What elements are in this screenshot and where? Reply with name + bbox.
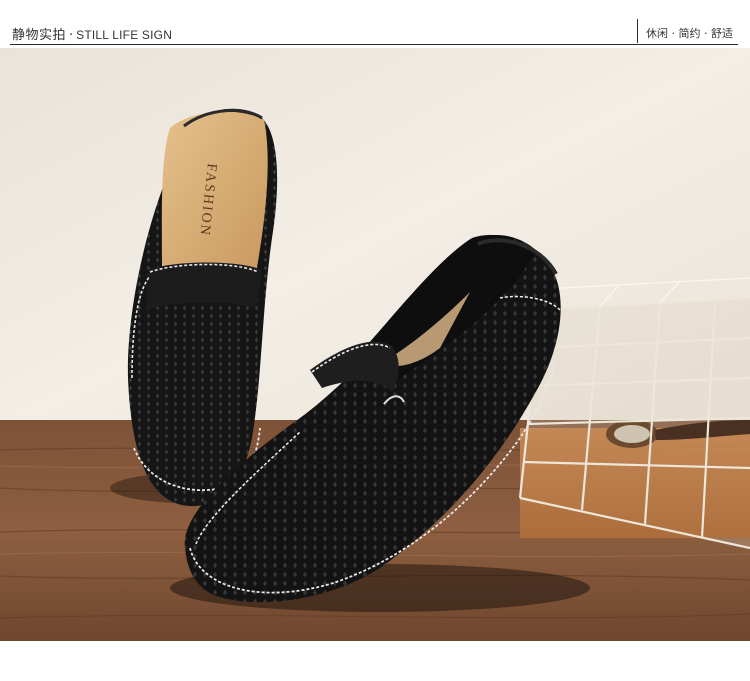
product-photo-illustration: FASHION — [0, 48, 750, 641]
section-title: 静物实拍 · STILL LIFE SIGN — [12, 24, 172, 43]
product-detail-page: 静物实拍 · STILL LIFE SIGN 休闲 · 简约 · 舒适 FASH… — [0, 0, 750, 681]
feature-tags: 休闲 · 简约 · 舒适 — [646, 27, 733, 40]
section-title-cn: 静物实拍 — [12, 28, 67, 43]
header-divider-line — [10, 44, 738, 45]
bottom-margin — [0, 641, 750, 681]
product-photo: FASHION — [0, 48, 750, 641]
header-divider-vertical — [637, 19, 638, 43]
section-title-en: STILL LIFE SIGN — [76, 28, 173, 42]
title-separator: · — [69, 28, 74, 43]
section-header: 静物实拍 · STILL LIFE SIGN 休闲 · 简约 · 舒适 — [0, 0, 750, 48]
